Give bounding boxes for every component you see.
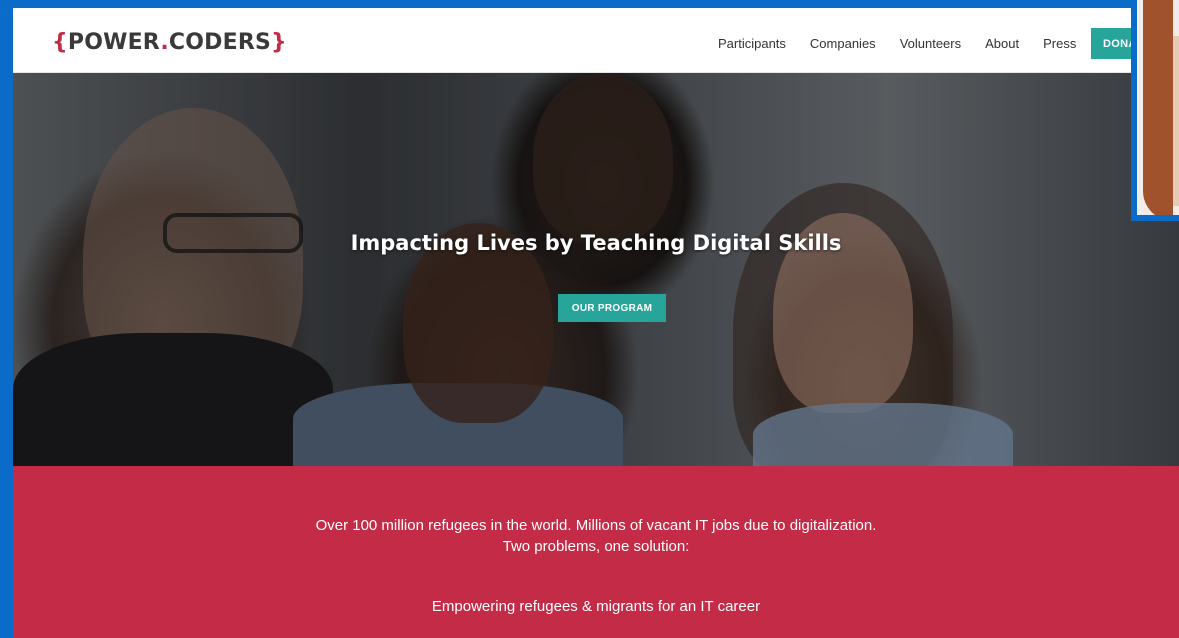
nav-press[interactable]: Press xyxy=(1043,36,1076,51)
inset-photo xyxy=(1143,0,1173,215)
banner-tagline: Empowering refugees & migrants for an IT… xyxy=(431,598,761,615)
browser-frame: {POWER.CODERS} Participants Companies Vo… xyxy=(0,0,1179,638)
hero-overlay xyxy=(13,73,1179,466)
banner-text: Over 100 million refugees in the world. … xyxy=(315,517,877,534)
banner-text: Two problems, one solution: xyxy=(502,538,690,555)
main-nav: Participants Companies Volunteers About … xyxy=(718,36,1100,51)
nav-participants[interactable]: Participants xyxy=(718,36,786,51)
video-inset xyxy=(1131,0,1179,221)
nav-companies[interactable]: Companies xyxy=(810,36,876,51)
mission-banner: Over 100 million refugees in the world. … xyxy=(13,466,1179,638)
hero-section: Impacting Lives by Teaching Digital Skil… xyxy=(13,73,1179,466)
our-program-button[interactable]: OUR PROGRAM xyxy=(558,294,666,322)
site-logo[interactable]: {POWER.CODERS} xyxy=(52,30,287,55)
nav-volunteers[interactable]: Volunteers xyxy=(900,36,961,51)
hero-title: Impacting Lives by Teaching Digital Skil… xyxy=(350,231,842,255)
nav-about[interactable]: About xyxy=(985,36,1019,51)
site-header: {POWER.CODERS} Participants Companies Vo… xyxy=(8,8,1179,73)
